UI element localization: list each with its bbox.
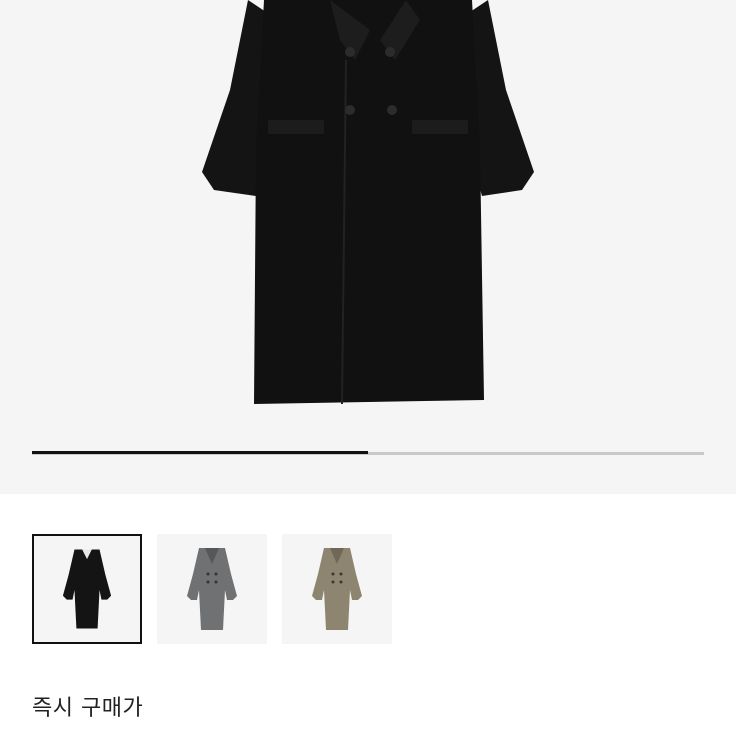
gallery-progress-bar[interactable] — [32, 451, 704, 455]
beige-coat-thumbnail-image — [312, 548, 362, 630]
product-image-area[interactable] — [0, 0, 736, 494]
black-coat-image — [202, 0, 534, 405]
grey-coat-thumbnail-image — [187, 548, 237, 630]
gallery-progress-fill — [32, 451, 368, 454]
black-coat-thumbnail-image — [62, 549, 112, 629]
black-coat-thumbnail[interactable] — [32, 534, 142, 644]
instant-buy-price-label: 즉시 구매가 — [32, 696, 144, 721]
beige-coat-thumbnail[interactable] — [282, 534, 392, 644]
grey-coat-thumbnail[interactable] — [157, 534, 267, 644]
color-thumbnail-list — [32, 534, 704, 644]
